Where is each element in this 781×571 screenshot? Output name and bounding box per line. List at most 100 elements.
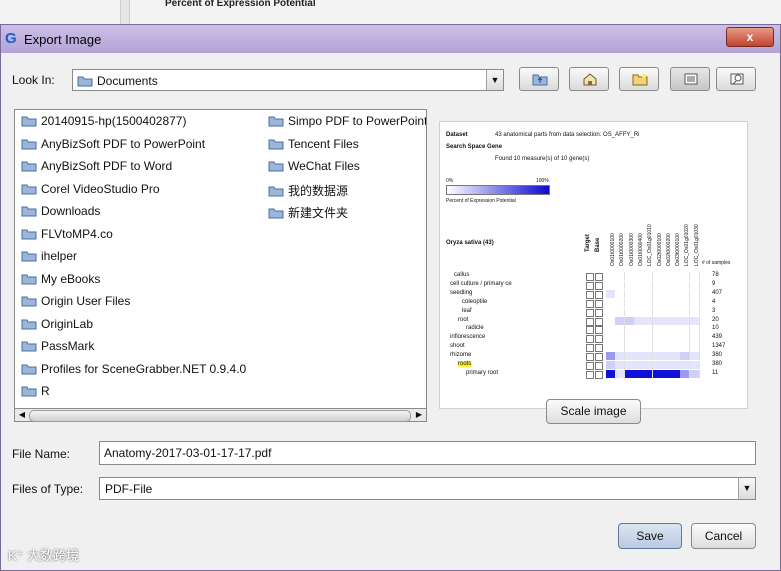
folder-icon	[21, 294, 37, 307]
list-item[interactable]: OriginLab	[21, 317, 93, 337]
details-view-button[interactable]	[716, 67, 756, 91]
preview-checkbox	[595, 344, 603, 353]
preview-legend-caption: Percent of Expression Potential	[446, 198, 516, 204]
up-folder-button[interactable]	[519, 67, 559, 91]
preview-row-count: 380	[712, 352, 723, 359]
list-item[interactable]: 20140915-hp(1500402877)	[21, 114, 186, 134]
look-in-label: Look In:	[12, 73, 55, 87]
preview-heat-cell	[689, 325, 700, 334]
list-item[interactable]: PassMark	[21, 339, 94, 359]
list-item[interactable]: R	[21, 384, 50, 404]
new-folder-button[interactable]	[619, 67, 659, 91]
preview-checkbox	[586, 290, 594, 299]
preview-heat-cell	[689, 361, 700, 370]
list-item[interactable]: ihelper	[21, 249, 77, 269]
folder-icon	[21, 384, 37, 397]
list-item[interactable]: 我的数据源	[268, 182, 348, 202]
preview-row-count: 9	[712, 280, 716, 287]
preview-checkbox	[595, 362, 603, 370]
list-item-label: My eBooks	[41, 271, 101, 286]
file-list[interactable]: 20140915-hp(1500402877) AnyBizSoft PDF to…	[14, 109, 427, 422]
list-item-label: 新建文件夹	[288, 206, 349, 220]
preview-heat-cell	[689, 272, 700, 281]
list-item-label: ihelper	[41, 249, 78, 263]
preview-checkbox	[586, 281, 594, 290]
new-folder-icon	[632, 74, 648, 86]
list-item-label: 我的数据源	[288, 183, 349, 198]
preview-found-text: Found 10 measure(s) of 10 gene(s)	[495, 156, 590, 162]
list-item-label: 20140915-hp(1500402877)	[41, 114, 187, 128]
folder-icon	[268, 184, 284, 196]
home-button[interactable]	[569, 67, 609, 91]
list-item[interactable]: Simpo PDF to PowerPoint	[268, 114, 426, 134]
list-item-label: Downloads	[41, 204, 101, 218]
close-button[interactable]: x	[726, 27, 774, 47]
list-view-icon	[684, 73, 698, 85]
folder-icon	[268, 137, 284, 149]
title-bar[interactable]: G Export Image x	[1, 25, 780, 53]
preview-gene-id: Os01t0000100	[610, 233, 616, 266]
list-item[interactable]: My eBooks	[21, 272, 100, 292]
list-item-label: PassMark	[41, 339, 95, 353]
folder-icon	[21, 272, 37, 284]
list-item[interactable]: Profiles for SceneGrabber.NET 0.9.4.0	[21, 362, 246, 382]
details-view-icon	[730, 73, 744, 85]
save-button[interactable]: Save	[618, 523, 682, 549]
preview-row-count: 11	[712, 369, 719, 376]
file-type-select[interactable]: PDF-File ▼	[99, 477, 756, 500]
preview-checkbox	[586, 335, 594, 344]
file-name-input[interactable]: Anatomy-2017-03-01-17-17.pdf	[99, 441, 756, 465]
chevron-down-icon[interactable]: ▼	[486, 70, 503, 90]
preview-checkbox	[586, 326, 594, 335]
preview-row-count: 380	[712, 361, 723, 367]
scroll-right-icon[interactable]: ▶	[413, 409, 425, 421]
list-item[interactable]: AnyBizSoft PDF to PowerPoint	[21, 137, 205, 157]
preview-search-label: Search Space Gene	[446, 144, 503, 150]
preview-gene-id: Os02t0000100	[656, 233, 663, 266]
list-view-button[interactable]	[670, 67, 710, 91]
folder-icon	[21, 227, 37, 239]
preview-checkbox	[595, 353, 603, 362]
preview-scale-min: 0%	[446, 178, 454, 184]
horizontal-scrollbar[interactable]: ◀ ▶	[14, 408, 427, 422]
list-item[interactable]: Corel VideoStudio Pro	[21, 182, 160, 202]
preview-checkbox	[595, 317, 603, 326]
preview-checkbox	[586, 317, 594, 326]
preview-checkbox	[595, 335, 603, 344]
scroll-thumb[interactable]	[29, 410, 411, 422]
preview-row-count: 1347	[712, 343, 726, 350]
list-item-label: Corel VideoStudio Pro	[41, 181, 160, 196]
preview-checkbox	[586, 362, 594, 370]
list-item[interactable]: WeChat Files	[268, 159, 360, 179]
chevron-down-icon[interactable]: ▼	[738, 478, 755, 499]
file-type-label: Files of Type:	[12, 482, 84, 496]
folder-icon	[21, 159, 37, 172]
preview-checkbox	[595, 370, 603, 379]
list-item[interactable]: AnyBizSoft PDF to Word	[21, 159, 172, 179]
folder-icon	[21, 182, 37, 194]
preview-checkbox	[595, 326, 603, 335]
file-name-label: File Name:	[12, 447, 71, 461]
list-item[interactable]: Downloads	[21, 204, 100, 224]
home-icon	[583, 73, 597, 86]
look-in-select[interactable]: Documents ▼	[72, 69, 504, 91]
folder-icon	[268, 206, 284, 219]
preview-checkbox	[595, 290, 603, 299]
image-preview: Dataset 43 anatomical parts from data se…	[439, 121, 748, 409]
list-item[interactable]: Origin User Files	[21, 294, 130, 314]
list-item[interactable]: FLVtoMP4.co	[21, 227, 113, 247]
list-item[interactable]: 新建文件夹	[268, 204, 348, 224]
preview-checkbox	[586, 308, 594, 317]
preview-row-count: 10	[712, 325, 719, 332]
list-item[interactable]: Tencent Files	[268, 137, 359, 157]
scale-image-button[interactable]: Scale image	[546, 399, 641, 424]
up-folder-icon	[532, 74, 548, 86]
list-item-label: FLVtoMP4.co	[41, 226, 113, 241]
list-item-label: Origin User Files	[41, 294, 131, 308]
preview-gene-id: Os03t0000100	[675, 233, 682, 266]
scroll-left-icon[interactable]: ◀	[16, 409, 28, 421]
preview-heat-cell	[689, 307, 700, 316]
cancel-button[interactable]: Cancel	[691, 523, 756, 549]
look-in-value: Documents	[97, 74, 158, 88]
watermark-logo: K⁺ 大数跨境	[8, 548, 80, 563]
